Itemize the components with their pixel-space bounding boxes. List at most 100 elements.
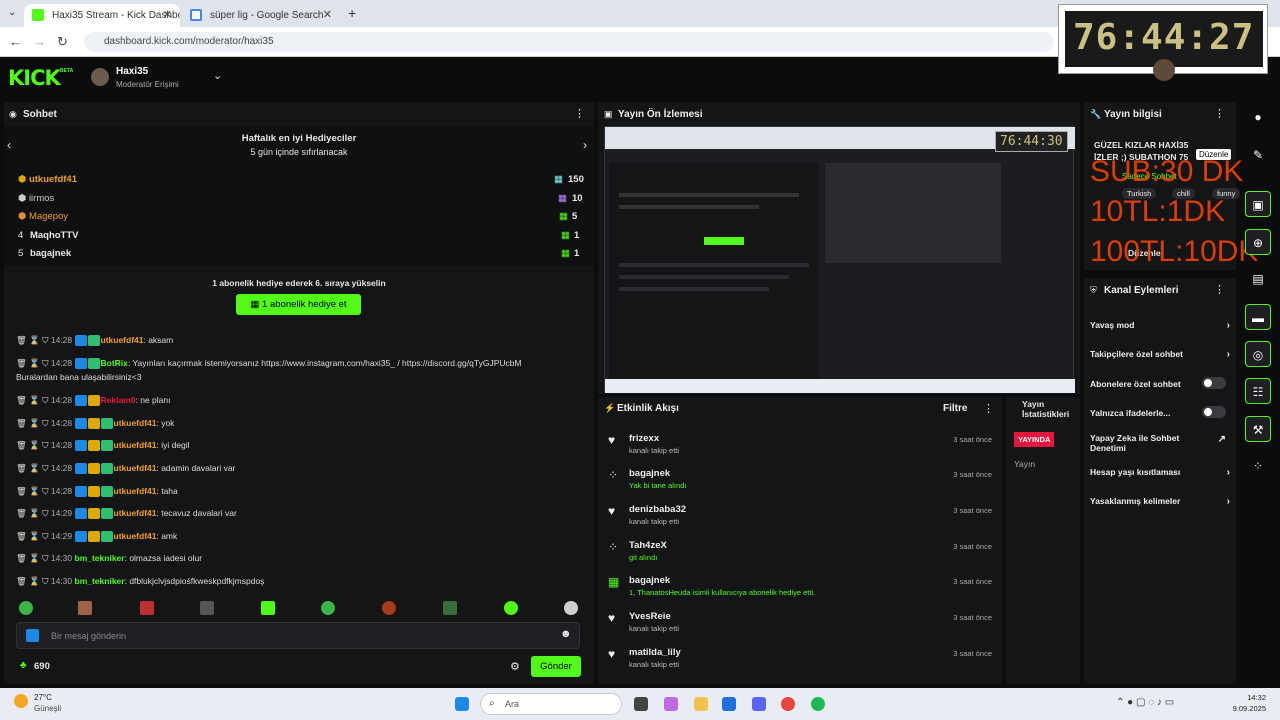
- message-user[interactable]: utkuefdf41: [114, 440, 157, 450]
- emote-icon[interactable]: [504, 601, 518, 615]
- new-tab-button[interactable]: +: [348, 5, 356, 21]
- activity-item[interactable]: ♥ YvesReie kanalı takip etti 3 saat önce: [600, 609, 996, 645]
- document-icon[interactable]: ▤: [1245, 266, 1271, 292]
- action-emotes-only[interactable]: Yalnızca ifadelerle...: [1090, 406, 1230, 418]
- send-button[interactable]: Gönder: [531, 656, 581, 677]
- activity-item[interactable]: ♥ matilda_lily kanalı takip etti 3 saat önc…: [600, 645, 996, 681]
- points-count[interactable]: 690: [34, 661, 50, 672]
- delete-icon[interactable]: 🗑: [16, 395, 27, 405]
- chat-message[interactable]: 🗑 ⌛ ⛉ 14:28 utkuefdf41: iyi degil: [16, 440, 190, 452]
- reload-icon[interactable]: ↻: [57, 34, 68, 50]
- message-user[interactable]: utkuefdf41: [114, 531, 157, 541]
- store-icon[interactable]: [722, 697, 736, 711]
- stream-info-menu-icon[interactable]: ⋮: [1214, 107, 1225, 120]
- kick-logo[interactable]: KICK: [8, 66, 61, 90]
- delete-icon[interactable]: 🗑: [16, 440, 27, 450]
- chat-message[interactable]: 🗑 ⌛ ⛉ 14:28 utkuefdf41: adamin davalari …: [16, 463, 235, 475]
- chat-message[interactable]: 🗑 ⌛ ⛉ 14:28 utkuefdf41: taha: [16, 486, 178, 498]
- emoji-picker-icon[interactable]: ☻: [560, 628, 572, 640]
- file-explorer-icon[interactable]: [694, 697, 708, 711]
- close-tab-icon[interactable]: ✕: [163, 8, 172, 21]
- gift-sub-button[interactable]: ▦ 1 abonelik hediye et: [236, 294, 361, 315]
- toggle-switch[interactable]: [1202, 377, 1226, 389]
- leaderboard-row[interactable]: ⬢ iirmos 10 ▦: [18, 193, 583, 204]
- action-slow-mode[interactable]: Yavaş mod ›: [1090, 320, 1230, 331]
- action-ai-moderation[interactable]: Yapay Zeka ile Sohbet Denetimi ↗: [1090, 433, 1226, 453]
- delete-icon[interactable]: 🗑: [16, 486, 27, 496]
- chat-message[interactable]: 🗑 ⌛ ⛉ 14:28 Reklam0: ne planı: [16, 395, 170, 407]
- leaderboard-row[interactable]: 5 bagajnek 1 ▦: [18, 248, 582, 259]
- emote-icon[interactable]: [321, 601, 335, 615]
- message-user[interactable]: utkuefdf41: [114, 418, 157, 428]
- chat-input[interactable]: Bir mesaj gönderin ☻: [16, 622, 580, 649]
- message-user[interactable]: bm_tekniker: [75, 576, 125, 586]
- chat-menu-icon[interactable]: ⋮: [574, 107, 585, 120]
- copilot-icon[interactable]: [664, 697, 678, 711]
- chat-message[interactable]: 🗑 ⌛ ⛉ 14:28 BotRix: Yayınları kaçırmak i…: [16, 358, 522, 370]
- message-user[interactable]: utkuefdf41: [114, 486, 157, 496]
- activity-menu-icon[interactable]: ⋮: [983, 402, 994, 415]
- action-subscribers-only[interactable]: Abonelere özel sohbet: [1090, 377, 1230, 389]
- leaderboard-row[interactable]: 4 MaqhoTTV 1 ▦: [18, 230, 582, 241]
- filter-button[interactable]: Filtre: [943, 403, 967, 414]
- activity-item[interactable]: ⁘ bagajnek Yak bi tane alındı 3 saat önce: [600, 466, 996, 502]
- delete-icon[interactable]: 🗑: [16, 358, 27, 368]
- delete-icon[interactable]: 🗑: [16, 418, 27, 428]
- close-tab-icon[interactable]: ✕: [323, 8, 332, 21]
- emote-icon[interactable]: [200, 601, 214, 615]
- emote-icon[interactable]: [382, 601, 396, 615]
- discord-icon[interactable]: [752, 697, 766, 711]
- weather-icon[interactable]: [14, 694, 28, 708]
- add-icon[interactable]: ⊕: [1245, 229, 1271, 255]
- action-account-age[interactable]: Hesap yaşı kısıtlaması ›: [1090, 467, 1230, 478]
- activity-item[interactable]: ⁘ Tah4zeX git alındı 3 saat önce: [600, 538, 996, 574]
- chat-settings-icon[interactable]: ⚙: [510, 660, 520, 673]
- message-user[interactable]: utkuefdf41: [101, 335, 144, 345]
- chat-message[interactable]: 🗑 ⌛ ⛉ 14:29 utkuefdf41: tecavuz davalari…: [16, 508, 237, 520]
- leaderboard-row[interactable]: ⬢ utkuefdf41 150 ▦: [18, 174, 584, 185]
- channel-actions-menu-icon[interactable]: ⋮: [1214, 283, 1225, 296]
- delete-icon[interactable]: 🗑: [16, 508, 27, 518]
- users-icon[interactable]: ☷: [1245, 378, 1271, 404]
- activity-item[interactable]: ♥ frizexx kanalı takip etti 3 saat önce: [600, 431, 996, 467]
- tools-icon[interactable]: ⚒: [1245, 416, 1271, 442]
- delete-icon[interactable]: 🗑: [16, 531, 27, 541]
- start-icon[interactable]: [455, 697, 469, 711]
- emote-icon[interactable]: [19, 601, 33, 615]
- broadcast-icon[interactable]: ◎: [1245, 341, 1271, 367]
- chat-message[interactable]: 🗑 ⌛ ⛉ 14:28 utkuefdf41: aksam: [16, 335, 173, 347]
- emote-icon[interactable]: [140, 601, 154, 615]
- chrome-icon[interactable]: [781, 697, 795, 711]
- toggle-switch[interactable]: [1202, 406, 1226, 418]
- spotify-icon[interactable]: [811, 697, 825, 711]
- task-view-icon[interactable]: [634, 697, 648, 711]
- delete-icon[interactable]: 🗑: [16, 335, 27, 345]
- tray-icons[interactable]: ⌃ ● ▢ ◌ ♪ ▭: [1116, 697, 1174, 708]
- more-apps-icon[interactable]: ⁘: [1245, 453, 1271, 479]
- message-user[interactable]: bm_tekniker: [75, 553, 125, 563]
- stream-preview-video[interactable]: 76:44:30: [604, 126, 1075, 393]
- message-user[interactable]: Reklam0: [101, 395, 136, 405]
- activity-item[interactable]: ♥ denizbaba32 kanalı takip etti 3 saat önce: [600, 502, 996, 538]
- chat-bubble-icon[interactable]: ▬: [1245, 304, 1271, 330]
- browser-tab-kick[interactable]: Haxi35 Stream - Kick Dashboard ✕: [24, 4, 180, 27]
- emote-icon[interactable]: [78, 601, 92, 615]
- message-user[interactable]: utkuefdf41: [114, 463, 157, 473]
- activity-item[interactable]: ▦ bagajnek 1, ThanatosHeuda isimli kullanı…: [600, 573, 996, 609]
- chat-message[interactable]: 🗑 ⌛ ⛉ 14:29 utkuefdf41: amk: [16, 531, 177, 543]
- back-icon[interactable]: ←: [9, 34, 22, 49]
- forward-icon[interactable]: →: [33, 34, 46, 49]
- message-user[interactable]: BotRix: [101, 358, 128, 368]
- clip-icon[interactable]: ▣: [1245, 191, 1271, 217]
- emote-icon[interactable]: [261, 601, 275, 615]
- chat-message[interactable]: 🗑 ⌛ ⛉ 14:30 bm_tekniker: olmazsa iadesi …: [16, 553, 202, 564]
- tab-search-icon[interactable]: ⌄: [8, 7, 16, 18]
- delete-icon[interactable]: 🗑: [16, 576, 27, 586]
- message-user[interactable]: utkuefdf41: [114, 508, 157, 518]
- edit-pencil-icon[interactable]: ✎: [1245, 142, 1271, 168]
- chat-message[interactable]: 🗑 ⌛ ⛉ 14:30 bm_tekniker: dfblukjclvjsdpi…: [16, 576, 264, 587]
- channel-switch-chevron-icon[interactable]: ⌄: [213, 69, 222, 82]
- taskbar-search[interactable]: ⌕ Ara: [480, 693, 622, 715]
- url-field[interactable]: dashboard.kick.com/moderator/haxi35: [84, 32, 1054, 52]
- action-followers-only[interactable]: Takipçilere özel sohbet ›: [1090, 349, 1230, 360]
